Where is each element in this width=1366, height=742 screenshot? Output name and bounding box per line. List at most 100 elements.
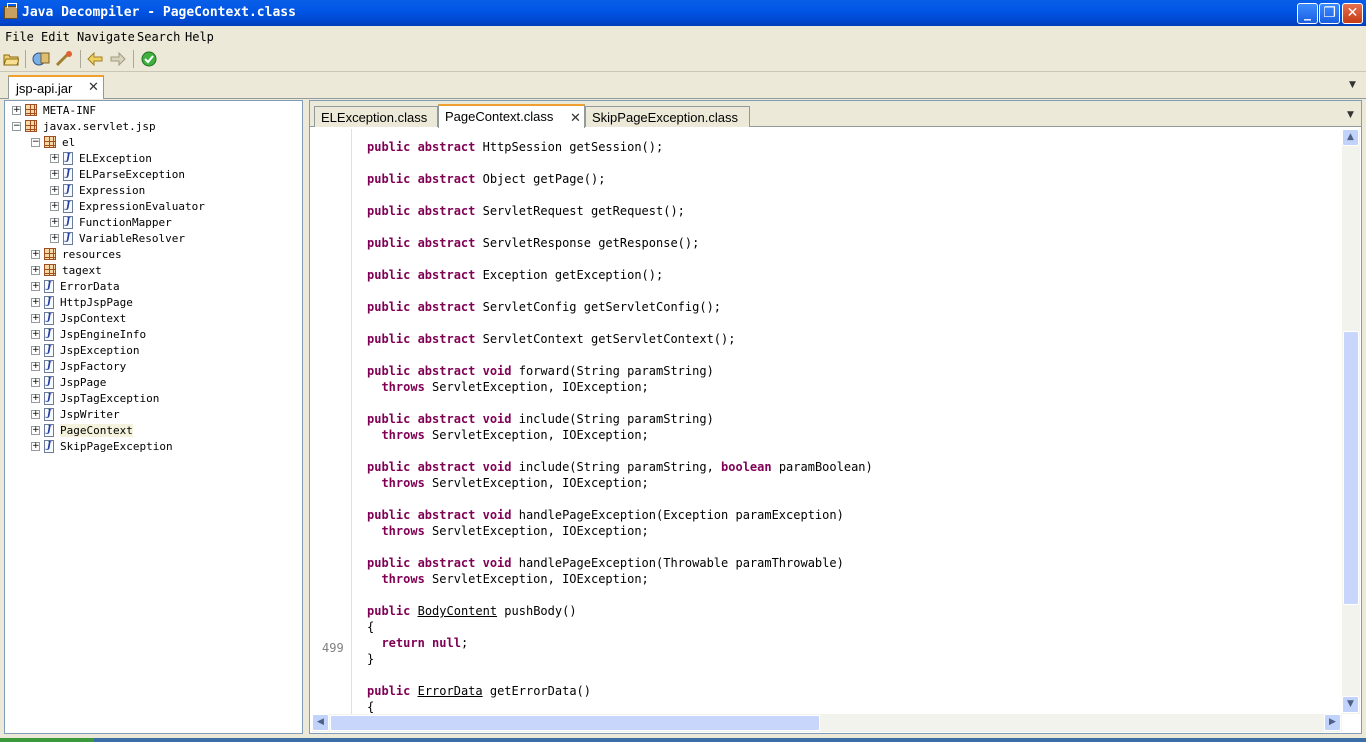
collapse-icon[interactable]: − (12, 121, 21, 131)
close-button[interactable]: ✕ (1342, 3, 1363, 24)
tree-node[interactable]: + J JspContext (31, 310, 126, 326)
tree-node[interactable]: + META-INF (12, 102, 96, 118)
tree-node[interactable]: + tagext (31, 262, 102, 278)
tree-node[interactable]: + resources (31, 246, 122, 262)
expand-icon[interactable]: + (31, 265, 40, 275)
java-class-icon: J (44, 295, 54, 309)
tree-node[interactable]: + J JspException (31, 342, 139, 358)
expand-icon[interactable]: + (50, 201, 59, 211)
tree-node[interactable]: + J JspEngineInfo (31, 326, 146, 342)
code-line: public abstract ServletConfig getServlet… (367, 299, 721, 315)
tree-node[interactable]: + J HttpJspPage (31, 294, 133, 310)
code-type-link[interactable]: BodyContent (418, 604, 497, 618)
code-type-link[interactable]: ErrorData (418, 684, 483, 698)
vertical-scrollbar[interactable]: ▲ ▼ (1342, 129, 1360, 714)
code-text: pushBody() (497, 604, 577, 618)
expand-icon[interactable]: + (31, 425, 40, 435)
jar-tab-strip: jsp-api.jar ✕ ▼ (0, 72, 1366, 99)
tree-node[interactable]: + J ExpressionEvaluator (50, 198, 205, 214)
tree-node-label: JspContext (60, 311, 127, 325)
tab-pagecontext[interactable]: PageContext.class ✕ (438, 104, 585, 128)
expand-icon[interactable]: + (50, 233, 59, 243)
menu-file[interactable]: File (5, 30, 34, 44)
expand-icon[interactable]: + (12, 105, 21, 115)
scroll-down-icon[interactable]: ▼ (1342, 696, 1359, 713)
back-icon[interactable] (86, 50, 104, 68)
source-code[interactable]: public abstract HttpSession getSession()… (352, 129, 1342, 714)
scroll-up-icon[interactable]: ▲ (1342, 129, 1359, 146)
expand-icon[interactable]: + (31, 441, 40, 451)
collapse-icon[interactable]: − (31, 137, 40, 147)
expand-icon[interactable]: + (50, 185, 59, 195)
code-text: HttpSession getSession(); (475, 140, 664, 154)
tree-node-label: el (62, 135, 76, 149)
tree-node[interactable]: + J ELException (50, 150, 152, 166)
close-tab-icon[interactable]: ✕ (570, 111, 581, 126)
tree-node[interactable]: + J JspPage (31, 374, 106, 390)
close-tab-icon[interactable]: ✕ (88, 80, 99, 95)
expand-icon[interactable]: + (50, 153, 59, 163)
tree-node[interactable]: + J JspFactory (31, 358, 126, 374)
open-type-hierarchy-icon[interactable] (55, 50, 73, 68)
expand-icon[interactable]: + (31, 249, 40, 259)
tree-node-label: JspEngineInfo (60, 327, 147, 341)
horizontal-scroll-thumb[interactable] (330, 715, 820, 731)
forward-icon[interactable] (109, 50, 127, 68)
menu-help[interactable]: Help (185, 30, 214, 44)
expand-icon[interactable]: + (31, 377, 40, 387)
minimize-button[interactable]: _ (1297, 3, 1318, 24)
tree-node[interactable]: + J Expression (50, 182, 145, 198)
code-line: throws ServletException, IOException; (367, 571, 648, 587)
code-text: Object getPage(); (475, 172, 606, 186)
code-keyword: public abstract (367, 332, 476, 346)
tree-node[interactable]: + J SkipPageException (31, 438, 173, 454)
scroll-left-icon[interactable]: ◀ (312, 714, 329, 731)
jar-tab[interactable]: jsp-api.jar ✕ (8, 75, 104, 99)
expand-icon[interactable]: + (50, 217, 59, 227)
horizontal-scrollbar[interactable]: ◀ ▶ (312, 714, 1342, 732)
code-line: return null; (367, 635, 468, 651)
expand-icon[interactable]: + (31, 361, 40, 371)
tree-node[interactable]: + J FunctionMapper (50, 214, 172, 230)
about-icon[interactable] (140, 50, 158, 68)
tree-node[interactable]: − el (31, 134, 75, 150)
maximize-button[interactable]: ❐ (1319, 3, 1340, 24)
tree-node[interactable]: − javax.servlet.jsp (12, 118, 156, 134)
expand-icon[interactable]: + (50, 169, 59, 179)
tree-node[interactable]: + J JspTagException (31, 390, 159, 406)
expand-icon[interactable]: + (31, 313, 40, 323)
tree-node-label: VariableResolver (79, 231, 185, 245)
expand-icon[interactable]: + (31, 329, 40, 339)
scroll-right-icon[interactable]: ▶ (1324, 714, 1341, 731)
tab-list-dropdown-icon[interactable]: ▼ (1349, 80, 1356, 90)
toolbar (0, 46, 1366, 72)
tree-node[interactable]: + J VariableResolver (50, 230, 185, 246)
tree-node[interactable]: + J PageContext (31, 422, 133, 438)
code-line: { (367, 619, 374, 635)
tab-skippageexception[interactable]: SkipPageException.class (585, 106, 750, 127)
expand-icon[interactable]: + (31, 281, 40, 291)
expand-icon[interactable]: + (31, 409, 40, 419)
menu-edit[interactable]: Edit (41, 30, 70, 44)
java-class-icon: J (63, 151, 73, 165)
expand-icon[interactable]: + (31, 297, 40, 307)
package-icon (25, 104, 37, 116)
open-type-icon[interactable] (32, 50, 50, 68)
tab-label: PageContext.class (445, 109, 554, 124)
expand-icon[interactable]: + (31, 345, 40, 355)
code-text: Exception getException(); (475, 268, 664, 282)
expand-icon[interactable]: + (31, 393, 40, 403)
tree-node[interactable]: + J ErrorData (31, 278, 120, 294)
menu-search[interactable]: Search (137, 30, 180, 44)
tree-node[interactable]: + J ELParseException (50, 166, 185, 182)
code-text: ServletException, IOException; (424, 428, 649, 442)
code-line: public abstract Object getPage(); (367, 171, 605, 187)
menu-navigate[interactable]: Navigate (77, 30, 135, 44)
tab-list-dropdown-icon[interactable]: ▼ (1347, 110, 1354, 120)
tab-elexception[interactable]: ELException.class (314, 106, 438, 127)
tree-node[interactable]: + J JspWriter (31, 406, 120, 422)
vertical-scroll-thumb[interactable] (1343, 331, 1359, 605)
open-file-icon[interactable] (2, 50, 20, 68)
